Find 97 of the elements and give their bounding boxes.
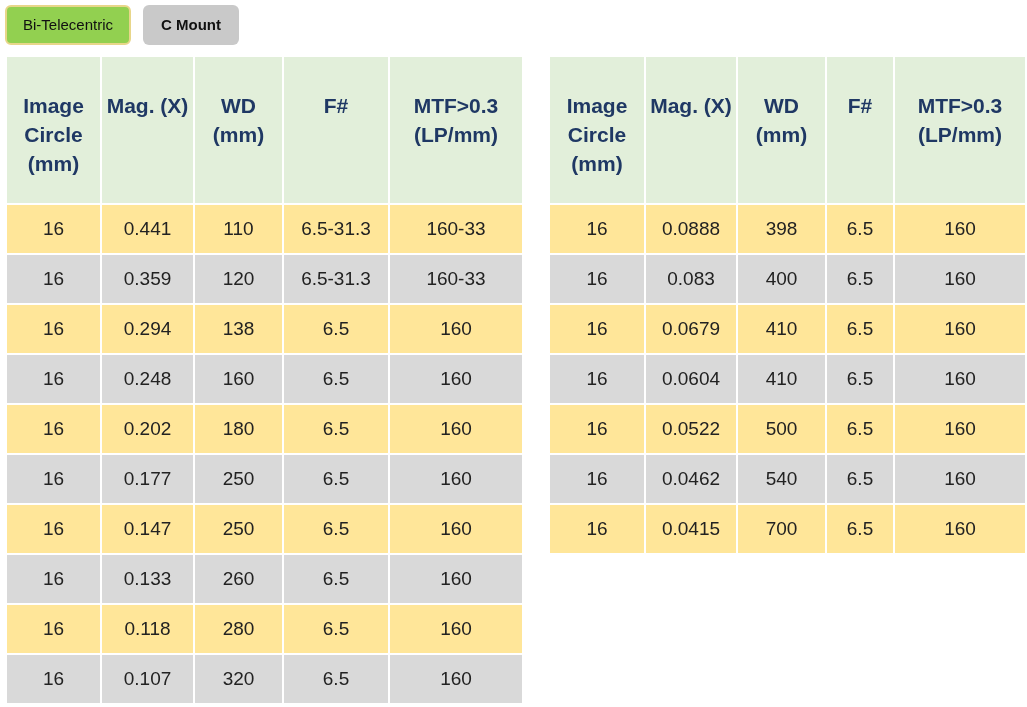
table-cell: 160 (894, 204, 1026, 254)
table-cell: 16 (6, 404, 101, 454)
column-header: WD (mm) (737, 56, 826, 204)
column-header: F# (826, 56, 894, 204)
filter-button[interactable]: C Mount (143, 5, 239, 45)
table-cell: 0.0888 (645, 204, 737, 254)
column-header: Mag. (X) (645, 56, 737, 204)
table-cell: 16 (6, 304, 101, 354)
table-cell: 0.177 (101, 454, 194, 504)
table-cell: 160 (389, 354, 523, 404)
table-cell: 0.107 (101, 654, 194, 704)
table-cell: 6.5 (283, 554, 389, 604)
table-cell: 16 (549, 304, 645, 354)
column-header: MTF>0.3 (LP/mm) (894, 56, 1026, 204)
table-cell: 6.5 (283, 304, 389, 354)
table-cell: 16 (6, 604, 101, 654)
table-cell: 410 (737, 354, 826, 404)
table-cell: 6.5 (826, 454, 894, 504)
table-cell: 160 (389, 304, 523, 354)
table-cell: 540 (737, 454, 826, 504)
table-cell: 160 (389, 504, 523, 554)
table-cell: 398 (737, 204, 826, 254)
table-cell: 16 (549, 354, 645, 404)
table-cell: 6.5-31.3 (283, 204, 389, 254)
column-header: Mag. (X) (101, 56, 194, 204)
filter-button[interactable]: Bi-Telecentric (5, 5, 132, 45)
table-cell: 0.133 (101, 554, 194, 604)
table-cell: 0.0462 (645, 454, 737, 504)
table-cell: 0.202 (101, 404, 194, 454)
column-header: Image Circle (mm) (549, 56, 645, 204)
table-cell: 120 (194, 254, 283, 304)
table-cell: 6.5 (283, 454, 389, 504)
table-cell: 160 (389, 654, 523, 704)
table-cell: 6.5 (283, 654, 389, 704)
table-cell: 180 (194, 404, 283, 454)
table-cell: 160 (894, 504, 1026, 554)
table-cell: 6.5 (826, 404, 894, 454)
table-cell: 0.083 (645, 254, 737, 304)
table-cell: 160 (194, 354, 283, 404)
table-cell: 400 (737, 254, 826, 304)
table-cell: 0.441 (101, 204, 194, 254)
table-cell: 6.5 (826, 304, 894, 354)
table-cell: 16 (549, 254, 645, 304)
table-cell: 6.5 (283, 604, 389, 654)
column-header: WD (mm) (194, 56, 283, 204)
table-cell: 500 (737, 404, 826, 454)
table-cell: 6.5 (826, 204, 894, 254)
table-cell: 320 (194, 654, 283, 704)
table-cell: 160 (389, 404, 523, 454)
table-cell: 6.5 (826, 504, 894, 554)
column-header: Image Circle (mm) (6, 56, 101, 204)
table-cell: 138 (194, 304, 283, 354)
table-cell: 16 (6, 654, 101, 704)
table-cell: 160-33 (389, 204, 523, 254)
table-cell: 160 (894, 404, 1026, 454)
table-cell: 0.248 (101, 354, 194, 404)
table-cell: 160-33 (389, 254, 523, 304)
table-cell: 160 (894, 354, 1026, 404)
table-cell: 16 (549, 204, 645, 254)
table-cell: 16 (6, 454, 101, 504)
table-cell: 160 (894, 454, 1026, 504)
table-cell: 160 (389, 554, 523, 604)
table-cell: 6.5 (826, 254, 894, 304)
table-cell: 6.5 (283, 504, 389, 554)
table-cell: 0.294 (101, 304, 194, 354)
table-cell: 16 (6, 554, 101, 604)
table-cell: 6.5 (283, 404, 389, 454)
table-cell: 16 (6, 504, 101, 554)
table-cell: 6.5 (826, 354, 894, 404)
column-header: MTF>0.3 (LP/mm) (389, 56, 523, 204)
table-cell: 160 (894, 254, 1026, 304)
table-cell: 0.359 (101, 254, 194, 304)
table-cell: 160 (389, 454, 523, 504)
table-cell: 16 (549, 454, 645, 504)
table-cell: 0.0679 (645, 304, 737, 354)
table-cell: 260 (194, 554, 283, 604)
table-cell: 16 (6, 204, 101, 254)
table-cell: 0.0522 (645, 404, 737, 454)
table-cell: 280 (194, 604, 283, 654)
table-cell: 0.118 (101, 604, 194, 654)
table-cell: 0.0415 (645, 504, 737, 554)
table-cell: 700 (737, 504, 826, 554)
table-cell: 0.147 (101, 504, 194, 554)
table-cell: 110 (194, 204, 283, 254)
column-header: F# (283, 56, 389, 204)
table-cell: 410 (737, 304, 826, 354)
table-cell: 16 (549, 504, 645, 554)
table-cell: 16 (549, 404, 645, 454)
table-cell: 250 (194, 504, 283, 554)
table-cell: 6.5-31.3 (283, 254, 389, 304)
table-cell: 6.5 (283, 354, 389, 404)
table-cell: 160 (894, 304, 1026, 354)
table-cell: 250 (194, 454, 283, 504)
table-cell: 16 (6, 354, 101, 404)
table-cell: 0.0604 (645, 354, 737, 404)
table-cell: 16 (6, 254, 101, 304)
table-cell: 160 (389, 604, 523, 654)
